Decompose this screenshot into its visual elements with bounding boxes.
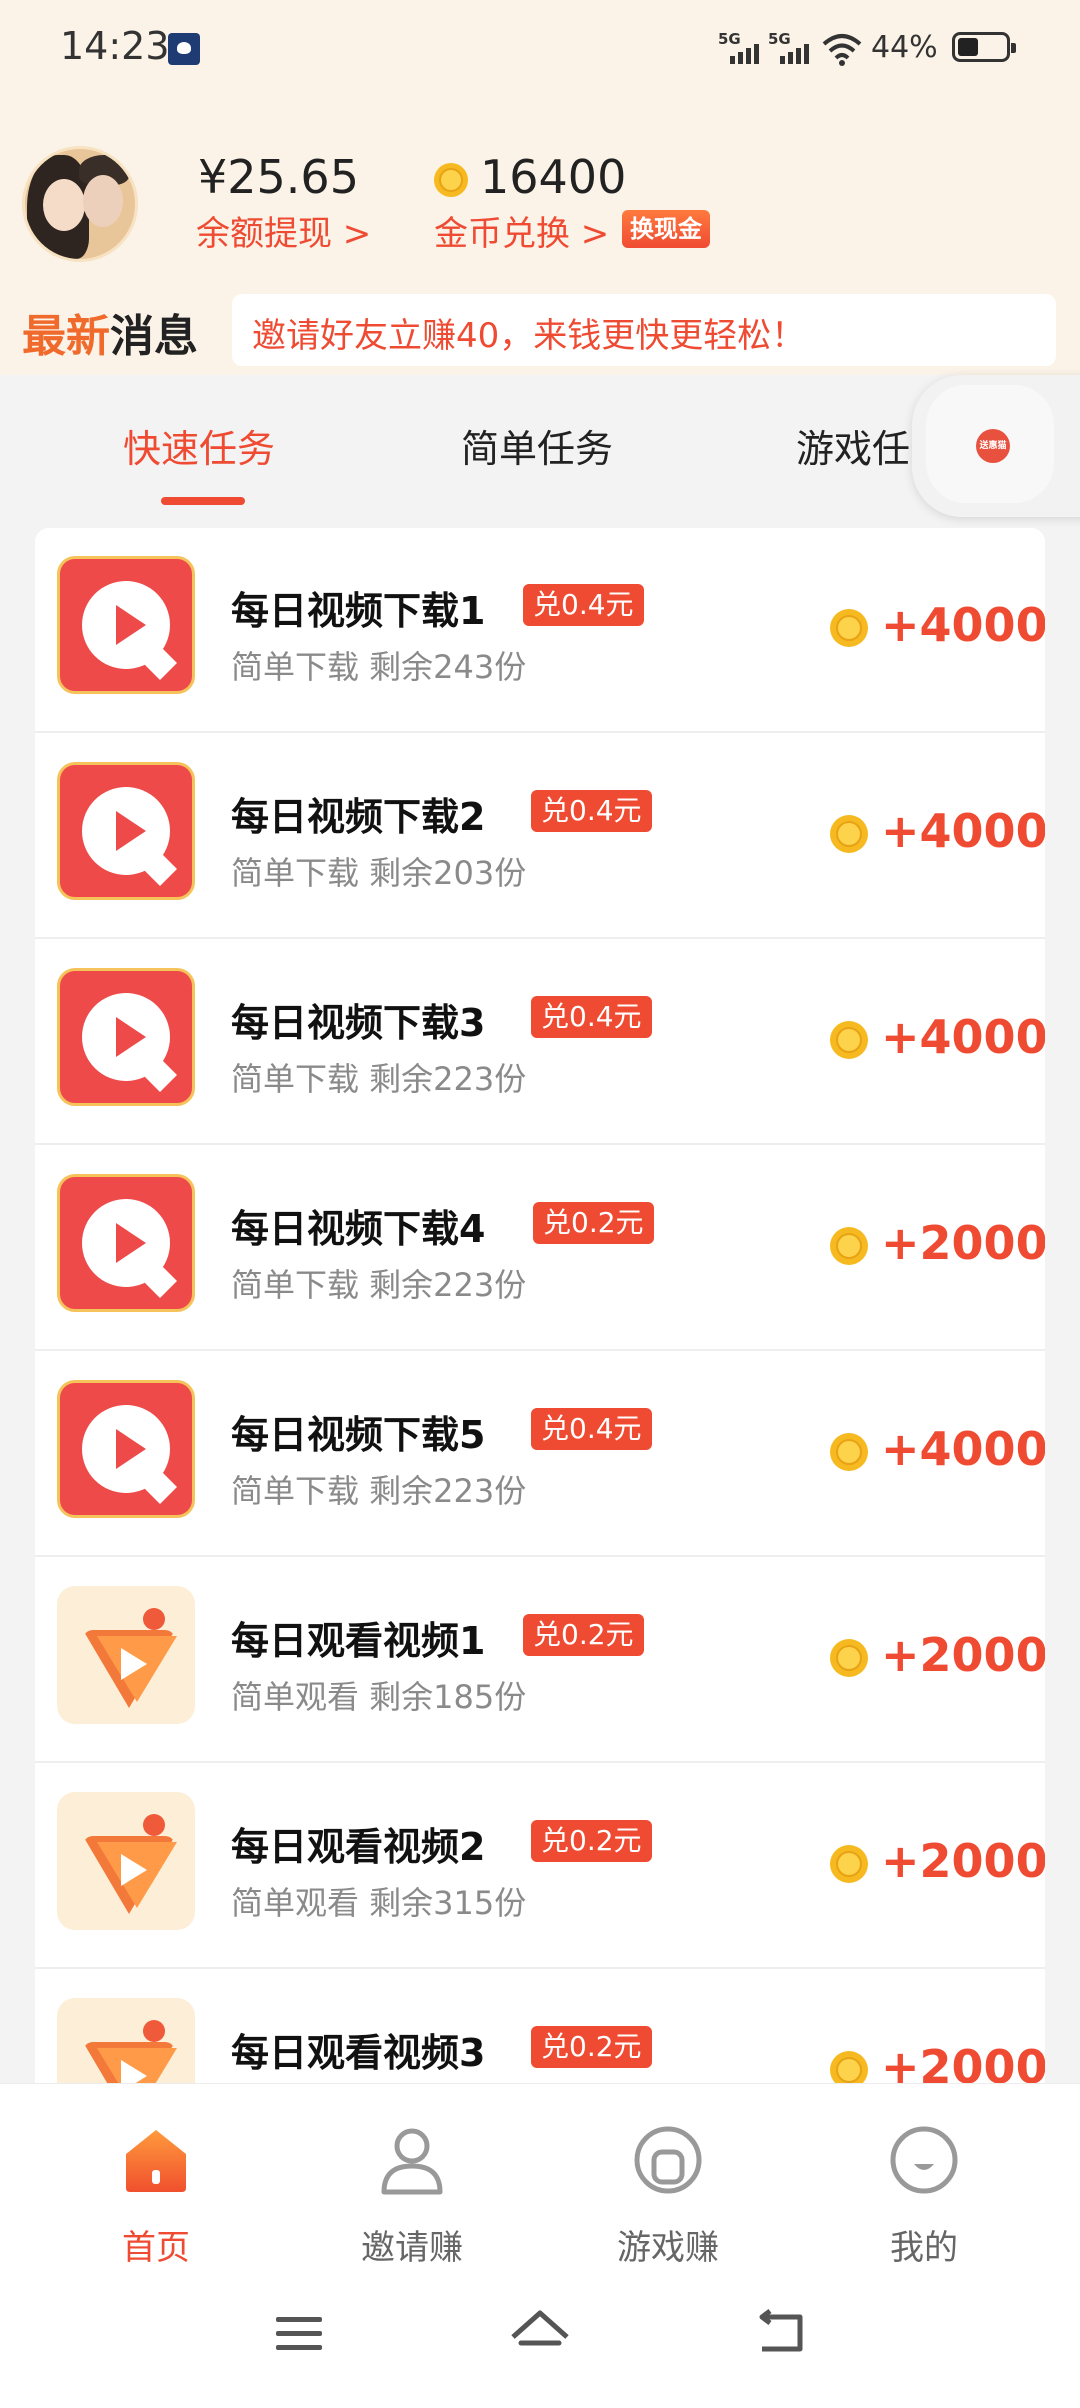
person-icon xyxy=(381,2128,443,2195)
menu-icon[interactable] xyxy=(264,2303,334,2363)
tab-game-tasks[interactable]: 游戏任务 xyxy=(796,418,914,473)
coin-icon xyxy=(830,1021,868,1059)
task-title: 每日观看视频1 xyxy=(231,1619,486,1663)
coin-icon xyxy=(830,1433,868,1471)
task-row[interactable]: 每日观看视频2 兑0.2元 简单观看 剩余315份 +2000 xyxy=(35,1764,1045,1969)
nav-mine[interactable]: 我的 xyxy=(844,2124,1004,2268)
task-exchange-badge: 兑0.2元 xyxy=(531,1820,652,1862)
task-title: 每日视频下载4 xyxy=(231,1207,486,1251)
wifi-icon xyxy=(822,34,862,66)
task-reward: +2000 xyxy=(881,2040,1045,2083)
task-subtitle: 简单下载 剩余223份 xyxy=(231,1266,527,1304)
task-title: 每日观看视频2 xyxy=(231,1825,486,1869)
task-title: 每日视频下载1 xyxy=(231,589,486,633)
coin-icon xyxy=(434,163,468,197)
coin-icon xyxy=(830,1227,868,1265)
gamepad-icon xyxy=(634,2126,702,2194)
coin-icon xyxy=(830,1639,868,1677)
nav-home[interactable]: 首页 xyxy=(76,2124,236,2268)
task-reward: +4000 xyxy=(881,1422,1045,1476)
bottom-nav: 首页 邀请赚 游戏赚 我的 xyxy=(0,2083,1080,2268)
red-play-icon xyxy=(57,1380,195,1518)
home-nav-icon[interactable] xyxy=(505,2303,575,2363)
orange-play-icon xyxy=(57,1998,195,2083)
task-row[interactable]: 每日视频下载4 兑0.2元 简单下载 剩余223份 +2000 xyxy=(35,1146,1045,1351)
red-play-icon xyxy=(57,556,195,694)
task-row[interactable]: 每日视频下载2 兑0.4元 简单下载 剩余203份 +4000 xyxy=(35,734,1045,939)
battery-icon xyxy=(952,32,1016,62)
home-icon xyxy=(126,2130,186,2192)
orange-play-icon xyxy=(57,1792,195,1930)
coin-icon xyxy=(830,1845,868,1883)
nav-label: 游戏赚 xyxy=(617,2228,719,2268)
task-reward: +4000 xyxy=(881,598,1045,652)
task-row[interactable]: 每日视频下载1 兑0.4元 简单下载 剩余243份 +4000 xyxy=(35,528,1045,733)
task-exchange-badge: 兑0.4元 xyxy=(531,1408,652,1450)
task-title: 每日视频下载5 xyxy=(231,1413,486,1457)
avatar[interactable] xyxy=(22,146,138,262)
withdraw-balance-link[interactable]: 余额提现 > xyxy=(196,206,371,255)
task-subtitle: 简单下载 剩余243份 xyxy=(231,648,527,686)
coin-icon xyxy=(830,609,868,647)
system-nav-bar xyxy=(0,2263,1080,2408)
task-exchange-badge: 兑0.4元 xyxy=(531,790,652,832)
task-subtitle: 简单观看 剩余315份 xyxy=(231,1884,527,1922)
red-play-icon xyxy=(57,1174,195,1312)
task-reward: +2000 xyxy=(881,1628,1045,1682)
task-exchange-badge: 兑0.2元 xyxy=(523,1614,644,1656)
notification-icon xyxy=(168,33,200,65)
task-exchange-badge: 兑0.4元 xyxy=(531,996,652,1038)
battery-percent: 44% xyxy=(871,30,938,65)
red-play-icon xyxy=(57,968,195,1106)
smile-icon xyxy=(890,2126,958,2194)
nav-game[interactable]: 游戏赚 xyxy=(588,2124,748,2268)
news-title-highlight: 最新 xyxy=(22,311,110,362)
task-reward: +2000 xyxy=(881,1216,1045,1270)
status-time: 14:23 xyxy=(60,24,170,68)
task-list: 每日视频下载1 兑0.4元 简单下载 剩余243份 +4000 每日视频下载2 … xyxy=(35,528,1045,2083)
status-bar: 14:23 5G 5G 44% xyxy=(0,0,1080,100)
task-subtitle: 简单下载 剩余223份 xyxy=(231,1060,527,1098)
news-title-rest: 消息 xyxy=(110,311,198,362)
task-subtitle: 简单下载 剩余223份 xyxy=(231,1472,527,1510)
exchange-cash-badge[interactable]: 换现金 xyxy=(622,210,710,248)
balance-amount: ¥25.65 xyxy=(198,150,359,204)
task-exchange-badge: 兑0.2元 xyxy=(531,2026,652,2068)
floating-red-packet-button[interactable]: 送惠猫 xyxy=(912,375,1080,517)
back-icon[interactable] xyxy=(746,2303,816,2363)
task-title: 每日观看视频3 xyxy=(231,2031,486,2075)
cellular-signal-icon: 5G xyxy=(718,30,764,64)
task-row[interactable]: 每日观看视频3 兑0.2元 +2000 xyxy=(35,1970,1045,2083)
news-title: 最新消息 xyxy=(22,300,198,364)
tab-simple-tasks[interactable]: 简单任务 xyxy=(461,418,613,473)
news-banner[interactable]: 邀请好友立赚40，来钱更快更轻松！ xyxy=(232,294,1056,366)
task-title: 每日视频下载3 xyxy=(231,1001,486,1045)
task-subtitle: 简单下载 剩余203份 xyxy=(231,854,527,892)
task-row[interactable]: 每日视频下载3 兑0.4元 简单下载 剩余223份 +4000 xyxy=(35,940,1045,1145)
nav-label: 邀请赚 xyxy=(361,2228,463,2268)
task-reward: +2000 xyxy=(881,1834,1045,1888)
task-exchange-badge: 兑0.4元 xyxy=(523,584,644,626)
red-play-icon xyxy=(57,762,195,900)
news-text: 邀请好友立赚40，来钱更快更轻松！ xyxy=(252,316,806,356)
coin-icon xyxy=(830,815,868,853)
tab-indicator xyxy=(161,497,245,505)
exchange-coins-link[interactable]: 金币兑换 > xyxy=(434,206,609,255)
task-row[interactable]: 每日视频下载5 兑0.4元 简单下载 剩余223份 +4000 xyxy=(35,1352,1045,1557)
nav-label: 我的 xyxy=(890,2228,958,2268)
red-packet-icon: 送惠猫 xyxy=(976,429,1010,463)
cellular-signal-icon: 5G xyxy=(768,30,814,64)
nav-invite[interactable]: 邀请赚 xyxy=(332,2124,492,2268)
task-reward: +4000 xyxy=(881,804,1045,858)
task-title: 每日视频下载2 xyxy=(231,795,486,839)
coin-amount: 16400 xyxy=(480,150,627,204)
nav-label: 首页 xyxy=(122,2228,190,2268)
task-subtitle: 简单观看 剩余185份 xyxy=(231,1678,527,1716)
tab-quick-tasks[interactable]: 快速任务 xyxy=(123,418,275,473)
task-row[interactable]: 每日观看视频1 兑0.2元 简单观看 剩余185份 +2000 xyxy=(35,1558,1045,1763)
coin-icon xyxy=(830,2051,868,2083)
task-reward: +4000 xyxy=(881,1010,1045,1064)
task-exchange-badge: 兑0.2元 xyxy=(533,1202,654,1244)
orange-play-icon xyxy=(57,1586,195,1724)
